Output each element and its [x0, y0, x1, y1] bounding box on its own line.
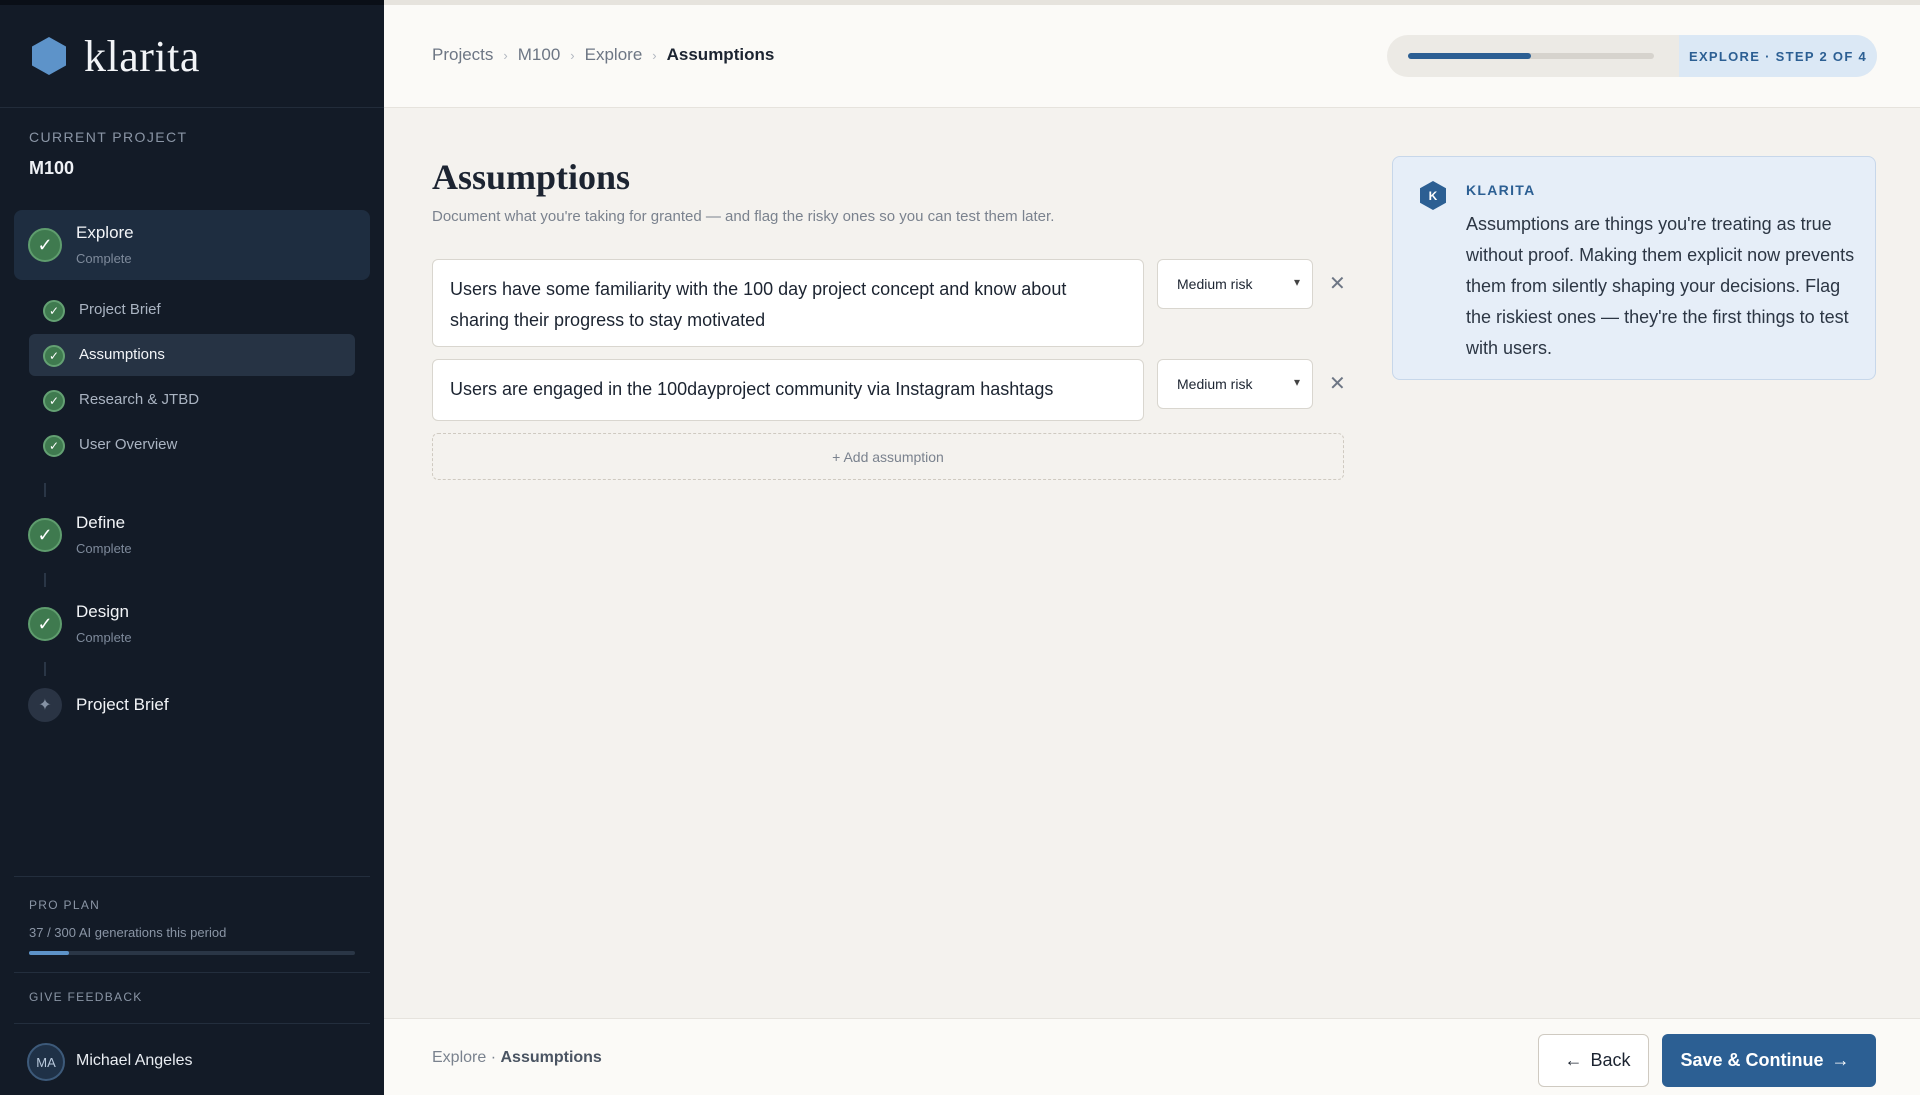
step-progress-track — [1408, 53, 1654, 59]
sidebar: klarita CURRENT PROJECT M100 ✓ Explore C… — [0, 0, 384, 1095]
sidebar-item-project-brief[interactable]: ✓ Project Brief — [29, 289, 355, 331]
top-bar: Projects › M100 › Explore › Assumptions … — [384, 0, 1920, 108]
step-progress: EXPLORE · STEP 2 OF 4 — [1387, 35, 1877, 77]
risk-select[interactable]: Medium risk ▾ — [1157, 359, 1313, 409]
chevron-right-icon: › — [503, 47, 508, 63]
plan-label: PRO PLAN — [29, 898, 101, 912]
sidebar-item-label: User Overview — [79, 436, 178, 453]
phase-title: Design — [76, 602, 129, 621]
sidebar-item-assumptions[interactable]: ✓ Assumptions — [29, 334, 355, 376]
current-project-label: CURRENT PROJECT — [29, 129, 188, 145]
chevron-down-icon: ▾ — [1293, 375, 1300, 389]
divider — [14, 972, 370, 973]
phase-status: Complete — [76, 630, 132, 645]
footer-bar: Explore · Assumptions ← Back Save & Cont… — [384, 1018, 1920, 1095]
phase-title: Project Brief — [76, 695, 169, 714]
chevron-right-icon: › — [570, 47, 575, 63]
add-assumption-button[interactable]: + Add assumption — [432, 433, 1344, 480]
sidebar-item-label: Project Brief — [79, 301, 161, 318]
avatar[interactable]: MA — [27, 1043, 65, 1081]
page-subtitle: Document what you're taking for granted … — [432, 208, 1055, 225]
save-continue-button[interactable]: Save & Continue → — [1662, 1034, 1876, 1087]
logo-text: klarita — [84, 31, 200, 81]
sparkle-icon: ✦ — [28, 688, 62, 722]
breadcrumb-projects[interactable]: Projects — [432, 45, 493, 65]
phase-status: Complete — [76, 251, 132, 266]
sidebar-item-user-overview[interactable]: ✓ User Overview — [29, 424, 355, 466]
assumption-text-field[interactable]: Users are engaged in the 100dayproject c… — [432, 359, 1144, 421]
tip-text: Assumptions are things you're treating a… — [1466, 214, 1855, 358]
page-title: Assumptions — [432, 157, 631, 197]
phase-define[interactable]: ✓ Define Complete — [14, 500, 370, 570]
footer-breadcrumb: Explore · Assumptions — [432, 1049, 602, 1067]
plan-usage-bar-fill — [29, 951, 70, 955]
divider — [14, 1023, 370, 1024]
phase-connector — [44, 662, 46, 676]
plan-usage-bar — [29, 951, 355, 955]
phase-explore[interactable]: ✓ Explore Complete — [14, 210, 370, 280]
give-feedback-link[interactable]: GIVE FEEDBACK — [29, 990, 143, 1004]
chevron-right-icon: › — [652, 47, 657, 63]
main-content: Assumptions Document what you're taking … — [384, 108, 1920, 1018]
current-project-name: M100 — [29, 158, 75, 178]
check-icon: ✓ — [43, 345, 65, 367]
phase-title: Explore — [76, 223, 134, 242]
klarita-badge-icon: K — [1420, 181, 1446, 210]
check-icon: ✓ — [28, 518, 62, 552]
breadcrumb: Projects › M100 › Explore › Assumptions — [432, 45, 774, 65]
phase-connector — [44, 483, 46, 497]
phase-design[interactable]: ✓ Design Complete — [14, 589, 370, 659]
footer-crumb-page: Assumptions — [500, 1049, 602, 1066]
risk-select[interactable]: Medium risk ▾ — [1157, 259, 1313, 309]
user-name[interactable]: Michael Angeles — [76, 1052, 193, 1070]
assumption-row: Users are engaged in the 100dayproject c… — [432, 359, 1346, 421]
check-icon: ✓ — [28, 607, 62, 641]
step-progress-fill — [1408, 53, 1531, 59]
breadcrumb-current: Assumptions — [666, 45, 775, 64]
tip-label: KLARITA — [1466, 182, 1536, 198]
close-icon: ✕ — [1329, 273, 1346, 295]
assumption-row: Users have some familiarity with the 100… — [432, 259, 1346, 347]
check-icon: ✓ — [43, 300, 65, 322]
save-button-label: Save & Continue — [1680, 1050, 1824, 1070]
remove-assumption-button[interactable]: ✕ — [1329, 371, 1346, 396]
sidebar-item-label: Research & JTBD — [79, 391, 200, 408]
divider — [14, 876, 370, 877]
risk-select-value: Medium risk — [1177, 276, 1253, 292]
sidebar-item-research-jtbd[interactable]: ✓ Research & JTBD — [29, 379, 355, 421]
logo[interactable]: klarita — [0, 5, 384, 108]
check-icon: ✓ — [43, 390, 65, 412]
back-button[interactable]: ← Back — [1538, 1034, 1649, 1087]
footer-crumb-phase: Explore · — [432, 1049, 497, 1066]
assumption-text-field[interactable]: Users have some familiarity with the 100… — [432, 259, 1144, 347]
check-icon: ✓ — [28, 228, 62, 262]
arrow-right-icon: → — [1831, 1050, 1850, 1070]
chevron-down-icon: ▾ — [1293, 275, 1300, 289]
klarita-tip-card: K KLARITA Assumptions are things you're … — [1392, 156, 1876, 380]
sidebar-item-label: Assumptions — [79, 346, 165, 363]
risk-select-value: Medium risk — [1177, 376, 1253, 392]
breadcrumb-project[interactable]: M100 — [518, 45, 561, 65]
back-button-label: Back — [1590, 1050, 1631, 1070]
step-label: EXPLORE · STEP 2 OF 4 — [1679, 35, 1877, 77]
phase-title: Define — [76, 513, 126, 532]
logo-hexagon-icon — [32, 37, 66, 75]
phase-connector — [44, 573, 46, 587]
close-icon: ✕ — [1329, 373, 1346, 395]
plan-usage: 37 / 300 AI generations this period — [29, 925, 227, 940]
arrow-left-icon: ← — [1564, 1050, 1583, 1070]
phase-status: Complete — [76, 541, 132, 556]
remove-assumption-button[interactable]: ✕ — [1329, 271, 1346, 296]
breadcrumb-phase[interactable]: Explore — [585, 45, 643, 65]
check-icon: ✓ — [43, 435, 65, 457]
